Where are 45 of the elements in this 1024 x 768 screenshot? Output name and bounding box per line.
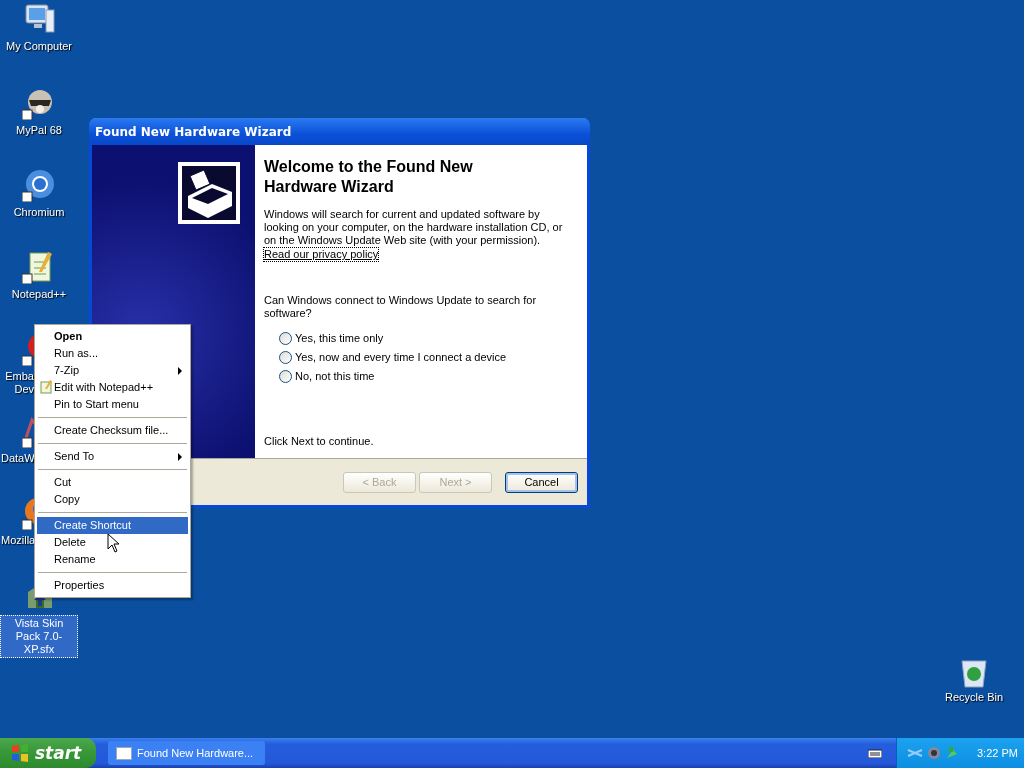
icon-label[interactable]: Vista Skin Pack 7.0-XP.sfx — [0, 615, 78, 658]
computer-icon — [22, 2, 56, 36]
hardware-drawer-icon — [178, 162, 240, 224]
menu-item[interactable]: Cut — [37, 474, 188, 491]
menu-item[interactable]: Edit with Notepad++ — [37, 379, 188, 396]
menu-item[interactable]: Rename — [37, 551, 188, 568]
menu-item[interactable]: Run as... — [37, 345, 188, 362]
intro-text: Windows will search for current and updated software by looking on your computer, on the hardware installation CD, or on the Windows Update Web site (with your permission). — [264, 208, 564, 247]
mouse-pointer-icon — [107, 533, 120, 553]
radio-option[interactable]: Yes, now and every time I connect a device — [279, 349, 507, 365]
icon-label[interactable]: Recycle Bin — [944, 691, 1004, 703]
question-text: Can Windows connect to Windows Update to search for software? — [264, 294, 538, 320]
window-icon — [116, 746, 132, 760]
menu-item[interactable]: Pin to Start menu — [37, 396, 188, 413]
radio-option[interactable]: No, not this time — [279, 368, 507, 384]
icon-label[interactable]: Mozilla — [1, 533, 34, 548]
menu-item[interactable]: Properties — [37, 577, 188, 594]
icon-label[interactable]: Chromium — [11, 205, 67, 220]
menu-item[interactable]: Open — [37, 328, 188, 345]
icon-label[interactable]: My Computer — [4, 39, 74, 54]
menu-item[interactable]: Create Shortcut — [37, 517, 188, 534]
icon-label[interactable]: DataW — [1, 451, 34, 466]
keyboard-icon[interactable] — [868, 748, 882, 758]
icon-label[interactable]: Notepad++ — [9, 287, 69, 302]
menu-item[interactable]: Send To — [37, 448, 188, 465]
wizard-button[interactable]: Cancel — [505, 471, 578, 493]
submenu-arrow-icon — [178, 367, 182, 375]
windows-flag-icon — [10, 743, 30, 763]
privacy-link[interactable]: Read our privacy policy — [264, 248, 379, 261]
menu-item[interactable]: Create Checksum file... — [37, 422, 188, 439]
menu-item[interactable]: 7-Zip — [37, 362, 188, 379]
speaker-icon[interactable] — [927, 746, 941, 760]
start-button[interactable]: start — [0, 738, 96, 768]
taskbar-button[interactable]: Found New Hardware... — [108, 741, 265, 765]
notepad-icon — [39, 380, 53, 394]
icon-label[interactable]: Emba Dev — [1, 369, 34, 397]
window-title: Found New Hardware Wizard — [95, 124, 292, 139]
icon-label[interactable]: MyPal 68 — [14, 123, 64, 138]
submenu-arrow-icon — [178, 453, 182, 461]
continue-text: Click Next to continue. — [264, 435, 374, 448]
menu-item[interactable]: Delete — [37, 534, 188, 551]
wizard-heading: Welcome to the Found New Hardware Wizard — [264, 157, 474, 197]
globe-icon — [22, 168, 56, 202]
menu-item[interactable]: Copy — [37, 491, 188, 508]
radio-option[interactable]: Yes, this time only — [279, 330, 507, 346]
